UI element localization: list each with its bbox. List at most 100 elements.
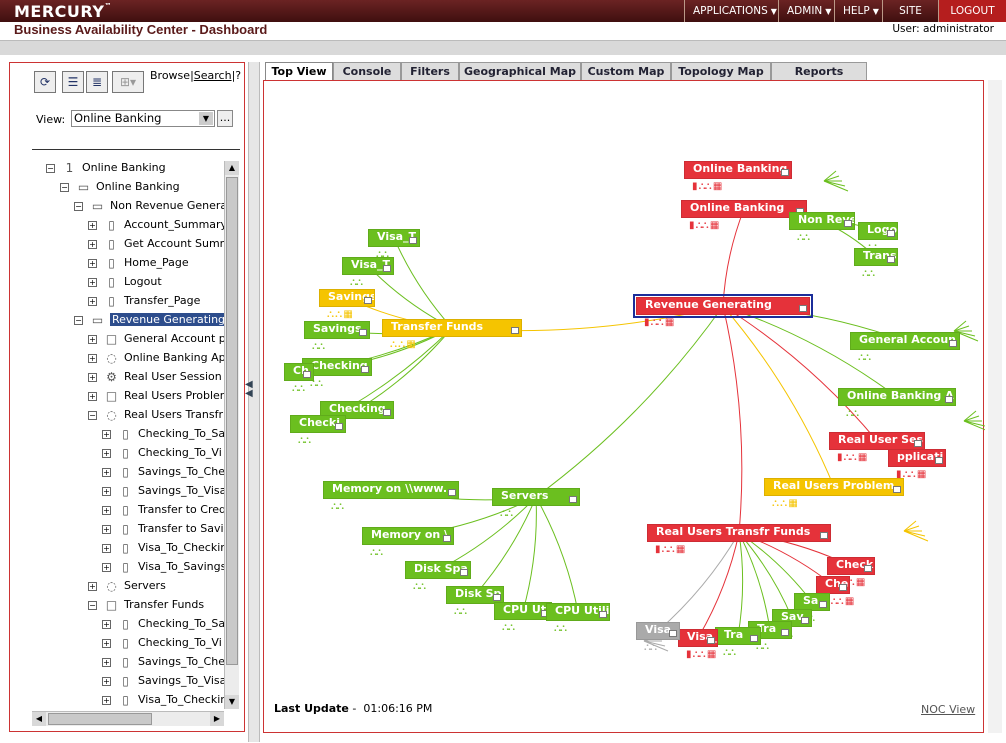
scroll-left-icon[interactable]: ◀ (32, 712, 46, 726)
map-node-rup[interactable]: Real Users Problem (764, 478, 904, 496)
nav-help[interactable]: HELP ▼ (834, 0, 882, 22)
minimize-icon[interactable] (781, 629, 789, 636)
expand-icon[interactable]: + (102, 524, 111, 534)
map-node-visa-t1[interactable]: Visa_T (368, 229, 420, 247)
expand-icon[interactable]: + (102, 467, 111, 477)
expand-icon[interactable]: + (88, 581, 97, 591)
hscroll-thumb[interactable] (48, 713, 152, 725)
expand-icon[interactable]: + (102, 429, 111, 439)
tree-node[interactable]: + ▯ Savings_To_Che (102, 653, 225, 671)
minimize-icon[interactable] (409, 237, 417, 244)
tree-hscrollbar[interactable]: ◀ ▶ (32, 711, 224, 726)
tree-node[interactable]: + ▯ Savings_To_Visa (102, 672, 226, 690)
minimize-icon[interactable] (801, 617, 809, 624)
map-node-servers[interactable]: Servers (492, 488, 580, 506)
tree-node[interactable]: + □ General Account p (88, 330, 226, 348)
minimize-icon[interactable] (443, 535, 451, 542)
map-node-general[interactable]: General Accoun (850, 332, 960, 350)
expand-icon[interactable]: + (88, 220, 97, 230)
minimize-icon[interactable] (864, 565, 872, 572)
list-view-icon[interactable]: ≣ (86, 71, 108, 93)
tree-node[interactable]: − ◌ Real Users Transfr (88, 406, 223, 424)
graph-view-icon[interactable]: ⊞▾ (112, 71, 144, 93)
minimize-icon[interactable] (707, 637, 715, 644)
tab-custom-map[interactable]: Custom Map (581, 62, 671, 80)
map-node-che2[interactable]: Che (816, 576, 850, 594)
noc-view-link[interactable]: NOC View (921, 703, 975, 716)
map-vscrollbar[interactable] (988, 80, 1002, 733)
tree-node[interactable]: + ▯ Transfer_Page (88, 292, 200, 310)
tree-node[interactable]: + □ Real Users Probler (88, 387, 224, 405)
minimize-icon[interactable] (945, 396, 953, 403)
map-node-disk1[interactable]: Disk Spa (405, 561, 471, 579)
expand-icon[interactable]: + (88, 353, 97, 363)
tree-vscrollbar[interactable]: ▲ ▼ (224, 161, 239, 709)
map-node-rus[interactable]: Real User Ses (829, 432, 925, 450)
tab-geographical-map[interactable]: Geographical Map (459, 62, 581, 80)
expand-icon[interactable]: + (102, 695, 111, 705)
map-node-revgen[interactable]: Revenue Generating (633, 294, 813, 318)
tree-node[interactable]: + ▯ Checking_To_Sa (102, 615, 225, 633)
tab-reports[interactable]: Reports (771, 62, 867, 80)
refresh-icon[interactable]: ⟳ (34, 71, 56, 93)
minimize-icon[interactable] (383, 265, 391, 272)
minimize-icon[interactable] (383, 409, 391, 416)
collapse-icon[interactable]: − (74, 201, 83, 211)
tree-node[interactable]: − ▭ Non Revenue Genera (74, 197, 226, 215)
tree-node[interactable]: + ▯ Account_Summary (88, 216, 226, 234)
map-node-savings-y[interactable]: Savings (319, 289, 375, 307)
minimize-icon[interactable] (335, 423, 343, 430)
map-node-ch[interactable]: Ch (284, 363, 314, 381)
search-link[interactable]: Search (194, 69, 232, 82)
expand-icon[interactable]: + (102, 676, 111, 686)
tree-node[interactable]: + ▯ Visa_To_Savings (102, 558, 226, 576)
tree-node[interactable]: + ▯ Home_Page (88, 254, 189, 272)
map-node-visa-t2[interactable]: Visa_T (342, 257, 394, 275)
minimize-icon[interactable] (511, 327, 519, 334)
tree-node[interactable]: + ▯ Transfer to Savi (102, 520, 224, 538)
tree-node[interactable]: −1 Online Banking (46, 159, 166, 177)
expand-icon[interactable]: + (88, 372, 97, 382)
map-node-obapp[interactable]: Online Banking A (838, 388, 956, 406)
minimize-icon[interactable] (359, 329, 367, 336)
view-select[interactable]: Online Banking ▼ (71, 110, 215, 127)
map-node-ob-top[interactable]: Online Banking (684, 161, 792, 179)
map-node-check1[interactable]: Check (827, 557, 875, 575)
minimize-icon[interactable] (935, 457, 943, 464)
tree-node[interactable]: + ▯ Savings_To_Che (102, 463, 225, 481)
expand-icon[interactable]: + (102, 486, 111, 496)
minimize-icon[interactable] (799, 305, 807, 312)
collapse-icon[interactable]: − (46, 163, 55, 173)
help-link[interactable]: ? (235, 69, 241, 82)
tree-node[interactable]: + ◌ Online Banking Ap (88, 349, 226, 367)
scroll-right-icon[interactable]: ▶ (210, 712, 224, 726)
minimize-icon[interactable] (493, 594, 501, 601)
minimize-icon[interactable] (750, 635, 758, 642)
expand-icon[interactable]: + (102, 619, 111, 629)
map-node-logo[interactable]: Logo (858, 222, 898, 240)
tab-top-view[interactable]: Top View (265, 62, 333, 81)
tree-node[interactable]: + ▯ Checking_To_Vi (102, 634, 222, 652)
minimize-icon[interactable] (893, 486, 901, 493)
map-node-nonrev[interactable]: Non Reve (789, 212, 855, 230)
map-node-visa-g[interactable]: Visa_ (636, 622, 680, 640)
expand-icon[interactable]: + (102, 505, 111, 515)
minimize-icon[interactable] (887, 230, 895, 237)
tree-node[interactable]: + ◌ Servers (88, 577, 166, 595)
minimize-icon[interactable] (361, 366, 369, 373)
minimize-icon[interactable] (839, 584, 847, 591)
tree-node[interactable]: + ⚙ Real User Session (88, 368, 222, 386)
minimize-icon[interactable] (669, 630, 677, 637)
tree-node[interactable]: + ▯ Checking_To_Vi (102, 444, 222, 462)
nav-applications[interactable]: APPLICATIONS ▼ (684, 0, 778, 22)
expand-icon[interactable]: + (88, 334, 97, 344)
map-node-trans[interactable]: Trans (854, 248, 898, 266)
expand-icon[interactable]: + (88, 391, 97, 401)
collapse-icon[interactable]: − (88, 410, 97, 420)
expand-icon[interactable]: + (88, 296, 97, 306)
map-node-tra2[interactable]: Tra (715, 627, 761, 645)
tab-console[interactable]: Console (333, 62, 401, 80)
expand-icon[interactable]: + (88, 258, 97, 268)
collapse-icon[interactable]: − (88, 600, 97, 610)
expand-icon[interactable]: + (102, 638, 111, 648)
